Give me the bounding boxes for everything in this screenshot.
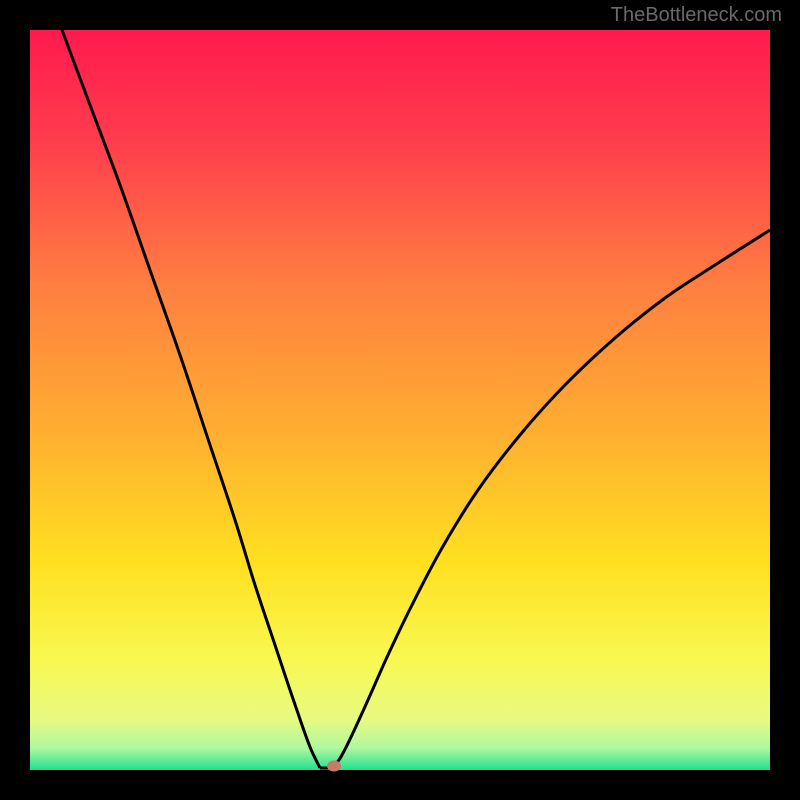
minimum-marker [327, 761, 341, 772]
chart-container [30, 30, 770, 770]
watermark-text: TheBottleneck.com [611, 4, 782, 27]
bottleneck-curve [30, 30, 770, 770]
